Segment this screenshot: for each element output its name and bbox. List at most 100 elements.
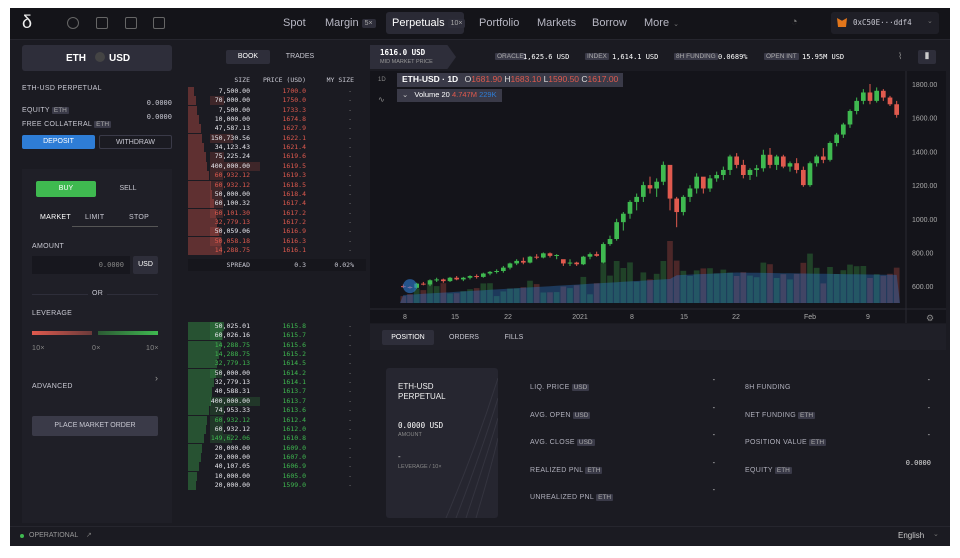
orders-tab[interactable]: ORDERS bbox=[442, 330, 486, 345]
leverage-slider-long[interactable] bbox=[98, 331, 158, 335]
fills-tab[interactable]: FILLS bbox=[494, 330, 534, 345]
order-type-market[interactable]: MARKET bbox=[40, 214, 71, 221]
nav-markets[interactable]: Markets bbox=[537, 17, 576, 29]
ask-row[interactable]: 34,123.43 1621.4 - bbox=[188, 143, 366, 153]
ask-row[interactable]: 70,000.00 1750.0 - bbox=[188, 96, 366, 106]
row-price: 1733.3 bbox=[282, 105, 306, 114]
bid-row[interactable]: 10,000.00 1605.0 - bbox=[188, 471, 366, 481]
ask-row[interactable]: 150,730.56 1622.1 - bbox=[188, 133, 366, 143]
row-my-size: - bbox=[348, 189, 352, 198]
trade-sidebar: ETH USD ETH-USD PERPETUAL EQUITY ETH 0.00… bbox=[10, 41, 182, 523]
advanced-toggle[interactable]: ADVANCED › bbox=[32, 373, 158, 390]
candle-body bbox=[514, 260, 519, 264]
candle-body bbox=[587, 254, 593, 257]
row-my-size: - bbox=[348, 471, 352, 480]
bid-row[interactable]: 14,288.75 1615.6 - bbox=[188, 340, 366, 350]
line-chart-icon[interactable]: ⌇ bbox=[898, 51, 914, 63]
bid-row[interactable]: 40,107.05 1606.9 - bbox=[188, 462, 366, 472]
nav-more[interactable]: More ⌄ bbox=[644, 17, 679, 29]
chevron-right-icon: › bbox=[155, 373, 158, 383]
ask-row[interactable]: 14,288.75 1616.1 - bbox=[188, 245, 366, 256]
dydx-logo[interactable]: δ bbox=[22, 12, 32, 33]
sell-tab[interactable]: SELL bbox=[98, 181, 158, 197]
status-text[interactable]: OPERATIONAL bbox=[29, 532, 78, 539]
bid-row[interactable]: 400,000.00 1613.7 - bbox=[188, 396, 366, 406]
nav-margin[interactable]: Margin 5× bbox=[325, 17, 376, 29]
row-my-size: - bbox=[348, 133, 352, 142]
buy-tab[interactable]: BUY bbox=[36, 181, 96, 197]
candle-body bbox=[641, 185, 646, 197]
nav-spot[interactable]: Spot bbox=[283, 17, 306, 29]
bid-row[interactable]: 50,025.01 1615.8 - bbox=[188, 322, 366, 332]
bid-row[interactable]: 20,000.00 1609.0 - bbox=[188, 443, 366, 453]
bid-row[interactable]: 60,932.12 1612.0 - bbox=[188, 424, 366, 434]
amount-unit-button[interactable]: USD bbox=[133, 256, 158, 274]
book-tab[interactable]: BOOK bbox=[226, 50, 270, 64]
position-stat-row: AVG. CLOSE USD - bbox=[530, 431, 716, 446]
bid-row[interactable]: 149,622.06 1610.8 - bbox=[188, 434, 366, 444]
candle-body bbox=[601, 244, 606, 263]
nav-perpetuals[interactable]: Perpetuals 10× bbox=[392, 17, 466, 29]
row-price: 1618.5 bbox=[282, 180, 306, 189]
position-tab[interactable]: POSITION bbox=[382, 330, 434, 345]
ask-row[interactable]: 75,225.24 1619.6 - bbox=[188, 152, 366, 162]
chart-settings-icon[interactable]: ⚙ bbox=[926, 313, 934, 324]
ask-row[interactable]: 60,101.30 1617.2 - bbox=[188, 208, 366, 218]
order-type-stop[interactable]: STOP bbox=[129, 214, 149, 221]
chat-icon[interactable] bbox=[125, 17, 137, 29]
bid-row[interactable]: 20,000.00 1607.0 - bbox=[188, 452, 366, 462]
ask-row[interactable]: 400,000.00 1619.5 - bbox=[188, 161, 366, 171]
price-chart[interactable]: 1D ∿ ETH-USD · 1D O1681.90 H1683.10 L159… bbox=[370, 71, 946, 323]
ask-row[interactable]: 50,058.18 1616.3 - bbox=[188, 236, 366, 246]
bid-row[interactable]: 60,932.12 1612.4 - bbox=[188, 415, 366, 425]
ask-row[interactable]: 60,932.12 1619.3 - bbox=[188, 171, 366, 181]
account-button[interactable]: 0xC50E···ddf4 ⌄ bbox=[831, 12, 939, 34]
bid-row[interactable]: 50,000.00 1614.2 - bbox=[188, 368, 366, 378]
row-price: 1750.0 bbox=[282, 96, 306, 105]
ask-row[interactable]: 60,932.12 1618.5 - bbox=[188, 180, 366, 190]
bell-icon[interactable]: ◔ bbox=[791, 16, 798, 28]
language-selector[interactable]: English bbox=[898, 531, 924, 540]
bid-row[interactable]: 20,000.00 1599.0 - bbox=[188, 480, 366, 491]
bid-row[interactable]: 32,779.13 1614.5 - bbox=[188, 359, 366, 369]
amount-input[interactable]: 0.0000 bbox=[32, 256, 130, 274]
megaphone-icon[interactable] bbox=[153, 17, 165, 29]
candle-body bbox=[521, 260, 526, 263]
ask-row[interactable]: 32,779.13 1617.2 - bbox=[188, 217, 366, 227]
bid-row[interactable]: 14,288.75 1615.2 - bbox=[188, 350, 366, 360]
depth-bar bbox=[188, 124, 201, 134]
bid-row[interactable]: 74,953.33 1613.6 - bbox=[188, 406, 366, 416]
nav-borrow[interactable]: Borrow bbox=[592, 17, 627, 29]
stat-value: - bbox=[711, 403, 716, 412]
bid-row[interactable]: 32,779.13 1614.1 - bbox=[188, 378, 366, 388]
market-selector[interactable]: ETH USD bbox=[22, 45, 172, 71]
terminal-icon[interactable] bbox=[96, 17, 108, 29]
depth-bar bbox=[188, 396, 211, 406]
card-leverage: LEVERAGE / 10× bbox=[398, 464, 442, 470]
order-type-limit[interactable]: LIMIT bbox=[85, 214, 104, 221]
row-size: 70,000.00 bbox=[214, 96, 250, 105]
ask-row[interactable]: 7,500.00 1700.0 - bbox=[188, 87, 366, 97]
position-stats-left: LIQ. PRICE USD - AVG. OPEN USD - AVG. CLOSE USD… bbox=[530, 376, 716, 516]
leverage-slider-short[interactable] bbox=[32, 331, 92, 335]
bid-row[interactable]: 40,588.31 1613.7 - bbox=[188, 387, 366, 397]
withdraw-button[interactable]: WITHDRAW bbox=[99, 135, 172, 149]
bid-row[interactable]: 60,026.16 1615.7 - bbox=[188, 331, 366, 341]
place-order-button[interactable]: PLACE MARKET ORDER bbox=[32, 416, 158, 436]
candle-chart-icon[interactable]: ▮ bbox=[918, 50, 936, 64]
ask-row[interactable]: 47,587.13 1627.9 - bbox=[188, 124, 366, 134]
stat-asset: ETH bbox=[774, 466, 792, 474]
depth-bar bbox=[188, 415, 208, 425]
ask-row[interactable]: 7,500.00 1733.3 - bbox=[188, 105, 366, 115]
ask-row[interactable]: 50,059.06 1616.9 - bbox=[188, 227, 366, 237]
oracle-value: 1,625.6 USD bbox=[523, 53, 570, 61]
nav-portfolio[interactable]: Portfolio bbox=[479, 17, 519, 29]
help-icon[interactable] bbox=[67, 17, 79, 29]
ask-row[interactable]: 60,100.32 1617.4 - bbox=[188, 199, 366, 209]
trades-tab[interactable]: TRADES bbox=[278, 50, 322, 64]
ask-row[interactable]: 50,000.00 1618.4 - bbox=[188, 189, 366, 199]
row-size: 50,000.00 bbox=[214, 368, 250, 377]
deposit-button[interactable]: DEPOSIT bbox=[22, 135, 95, 149]
ask-row[interactable]: 10,000.00 1674.8 - bbox=[188, 115, 366, 125]
y-tick-label: 1600.00 bbox=[912, 116, 937, 123]
